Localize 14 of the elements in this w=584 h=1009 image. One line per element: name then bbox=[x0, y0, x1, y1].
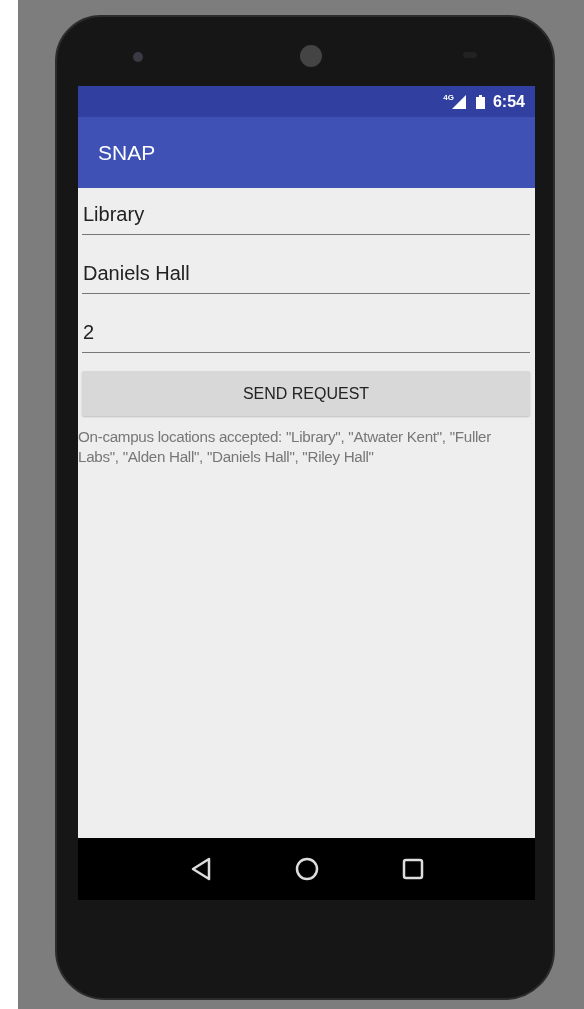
home-icon[interactable] bbox=[294, 857, 319, 881]
network-label: 4G bbox=[443, 93, 454, 102]
app-title: SNAP bbox=[98, 140, 156, 165]
overview-icon[interactable] bbox=[401, 858, 424, 880]
text-field[interactable]: Daniels Hall bbox=[82, 262, 530, 294]
speaker-grille bbox=[300, 45, 322, 67]
send-request-button[interactable]: SEND REQUEST bbox=[82, 371, 530, 416]
locations-note: On-campus locations accepted: "Library", "Atwater Kent", "Fuller Labs", "Alden Hall", "Daniels Hall", "Riley Hall" bbox=[78, 427, 492, 467]
text-field[interactable]: 2 bbox=[82, 321, 530, 353]
text-field[interactable]: Library bbox=[82, 203, 530, 235]
camera-icon bbox=[133, 52, 143, 62]
status-time: 6:54 bbox=[492, 92, 525, 111]
back-icon[interactable] bbox=[189, 857, 212, 881]
battery-icon bbox=[475, 94, 485, 109]
